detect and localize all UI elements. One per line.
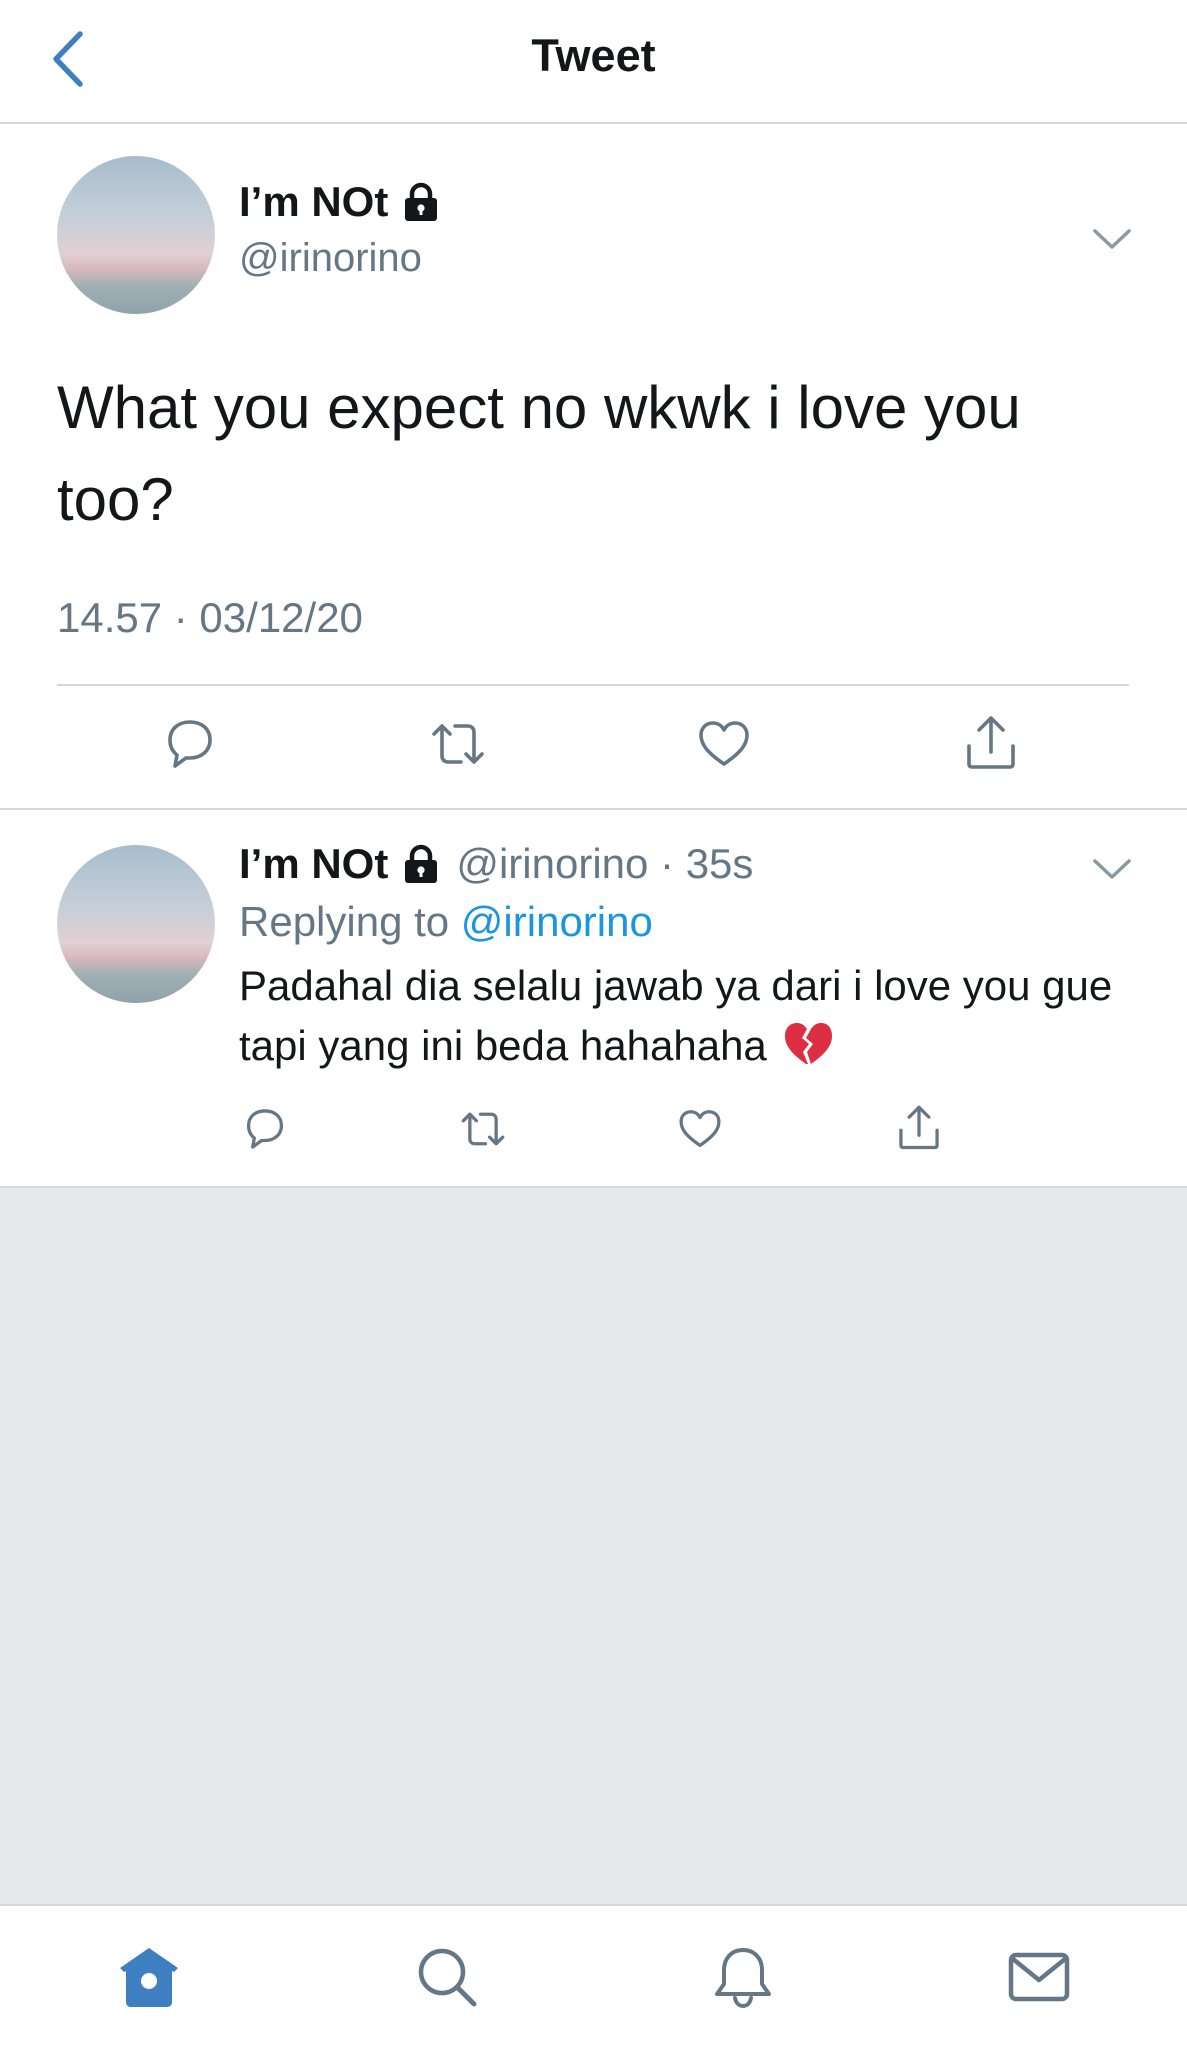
tweet-text: What you expect no wkwk i love you too? [57, 374, 1021, 533]
share-icon [899, 1105, 939, 1150]
lock-icon [405, 182, 438, 221]
lock-icon [405, 844, 438, 883]
notifications-icon [715, 1948, 771, 2009]
display-name[interactable]: I’m NOt [239, 178, 388, 226]
display-name[interactable]: I’m NOt [239, 840, 388, 888]
like-icon [679, 1110, 721, 1148]
replying-to: Replying to @irinorino [239, 898, 653, 946]
replying-mention[interactable]: @irinorino [461, 898, 653, 945]
page-title: Tweet [531, 30, 656, 81]
search-icon [418, 1948, 477, 2007]
like-icon [699, 721, 749, 766]
share-button[interactable] [963, 712, 1019, 772]
tweet-text-content: Padahal dia selalu jawab ya dari i love … [239, 962, 1113, 1069]
reply-icon [246, 1109, 284, 1149]
tweet-timestamp: 14.57 · 03/12/20 [57, 594, 363, 641]
tweet-text: Padahal dia selalu jawab ya dari i love … [239, 956, 1139, 1076]
share-icon [967, 716, 1015, 769]
reply-button[interactable] [242, 1106, 288, 1152]
like-button[interactable] [677, 1106, 723, 1152]
tab-home[interactable] [114, 1942, 184, 2012]
author-name-row: I’m NOt [239, 178, 442, 226]
bottom-tab-bar [0, 1904, 1187, 2050]
messages-icon [1008, 1952, 1070, 2002]
replying-prefix: Replying to [239, 898, 450, 945]
share-button[interactable] [896, 1102, 942, 1152]
reply-icon [168, 720, 212, 768]
retweet-button[interactable] [428, 716, 488, 772]
tab-notifications[interactable] [708, 1942, 778, 2012]
tab-messages[interactable] [1004, 1942, 1074, 2012]
avatar[interactable] [57, 156, 215, 314]
reply-tweet[interactable]: I’m NOt @irinorino · 35s Replying to @ir… [0, 810, 1187, 1188]
author-name-row: I’m NOt @irinorino · 35s [239, 840, 753, 888]
empty-timeline-area [0, 1188, 1187, 1904]
like-button[interactable] [696, 716, 752, 772]
chevron-down-icon[interactable] [1090, 224, 1134, 254]
main-tweet: I’m NOt @irinorino What you expect no wk… [0, 124, 1187, 810]
retweet-icon [432, 724, 484, 764]
tab-search[interactable] [412, 1942, 482, 2012]
handle[interactable]: @irinorino [239, 236, 422, 281]
home-icon [120, 1948, 178, 2007]
broken-heart-emoji [784, 1023, 832, 1064]
avatar[interactable] [57, 845, 215, 1003]
top-bar: Tweet [0, 0, 1187, 124]
divider [57, 684, 1129, 686]
retweet-button[interactable] [458, 1106, 508, 1152]
retweet-icon [461, 1112, 505, 1146]
reply-button[interactable] [162, 716, 218, 772]
chevron-down-icon[interactable] [1090, 854, 1134, 884]
handle-and-time: @irinorino · 35s [456, 840, 754, 887]
